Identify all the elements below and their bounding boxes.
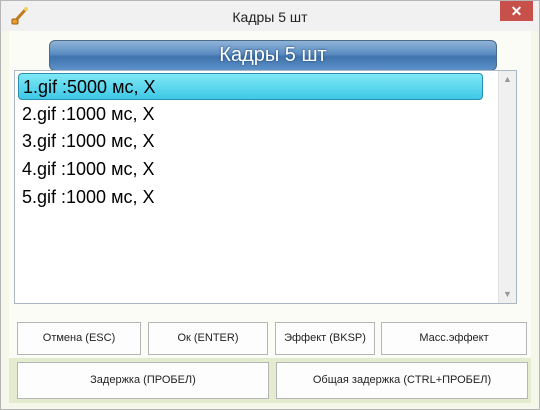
window-title: Кадры 5 шт — [232, 9, 308, 25]
dialog-body: Кадры 5 шт 1.gif :5000 мс, X 2.gif :1000… — [9, 31, 531, 403]
list-item[interactable]: 1.gif :5000 мс, X — [18, 73, 483, 100]
scroll-down-icon[interactable]: ▼ — [499, 286, 516, 303]
list-item[interactable]: 3.gif :1000 мс, X — [18, 128, 483, 155]
list-item[interactable]: 5.gif :1000 мс, X — [18, 184, 483, 211]
title-bar[interactable]: Кадры 5 шт ✕ — [1, 1, 539, 31]
total-delay-button[interactable]: Общая задержка (CTRL+ПРОБЕЛ) — [276, 362, 528, 399]
scroll-up-icon[interactable]: ▲ — [499, 71, 516, 88]
effect-button[interactable]: Эффект (BKSP) — [275, 322, 375, 355]
vertical-scrollbar[interactable]: ▲ ▼ — [498, 71, 516, 303]
frames-list[interactable]: 1.gif :5000 мс, X 2.gif :1000 мс, X 3.gi… — [14, 70, 517, 304]
frames-dialog: Кадры 5 шт ✕ Кадры 5 шт 1.gif :5000 мс, … — [0, 0, 540, 410]
close-button[interactable]: ✕ — [500, 1, 533, 21]
close-icon: ✕ — [510, 3, 523, 19]
list-item[interactable]: 4.gif :1000 мс, X — [18, 156, 483, 183]
mass-effect-button[interactable]: Масс.эффект (CTRL+BKSP) — [381, 322, 527, 375]
delay-button[interactable]: Задержка (ПРОБЕЛ) — [17, 362, 269, 399]
frames-header: Кадры 5 шт — [49, 40, 497, 71]
list-item[interactable]: 2.gif :1000 мс, X — [18, 101, 483, 128]
ok-button[interactable]: Ок (ENTER) — [148, 322, 268, 355]
cancel-button[interactable]: Отмена (ESC) — [17, 322, 141, 355]
